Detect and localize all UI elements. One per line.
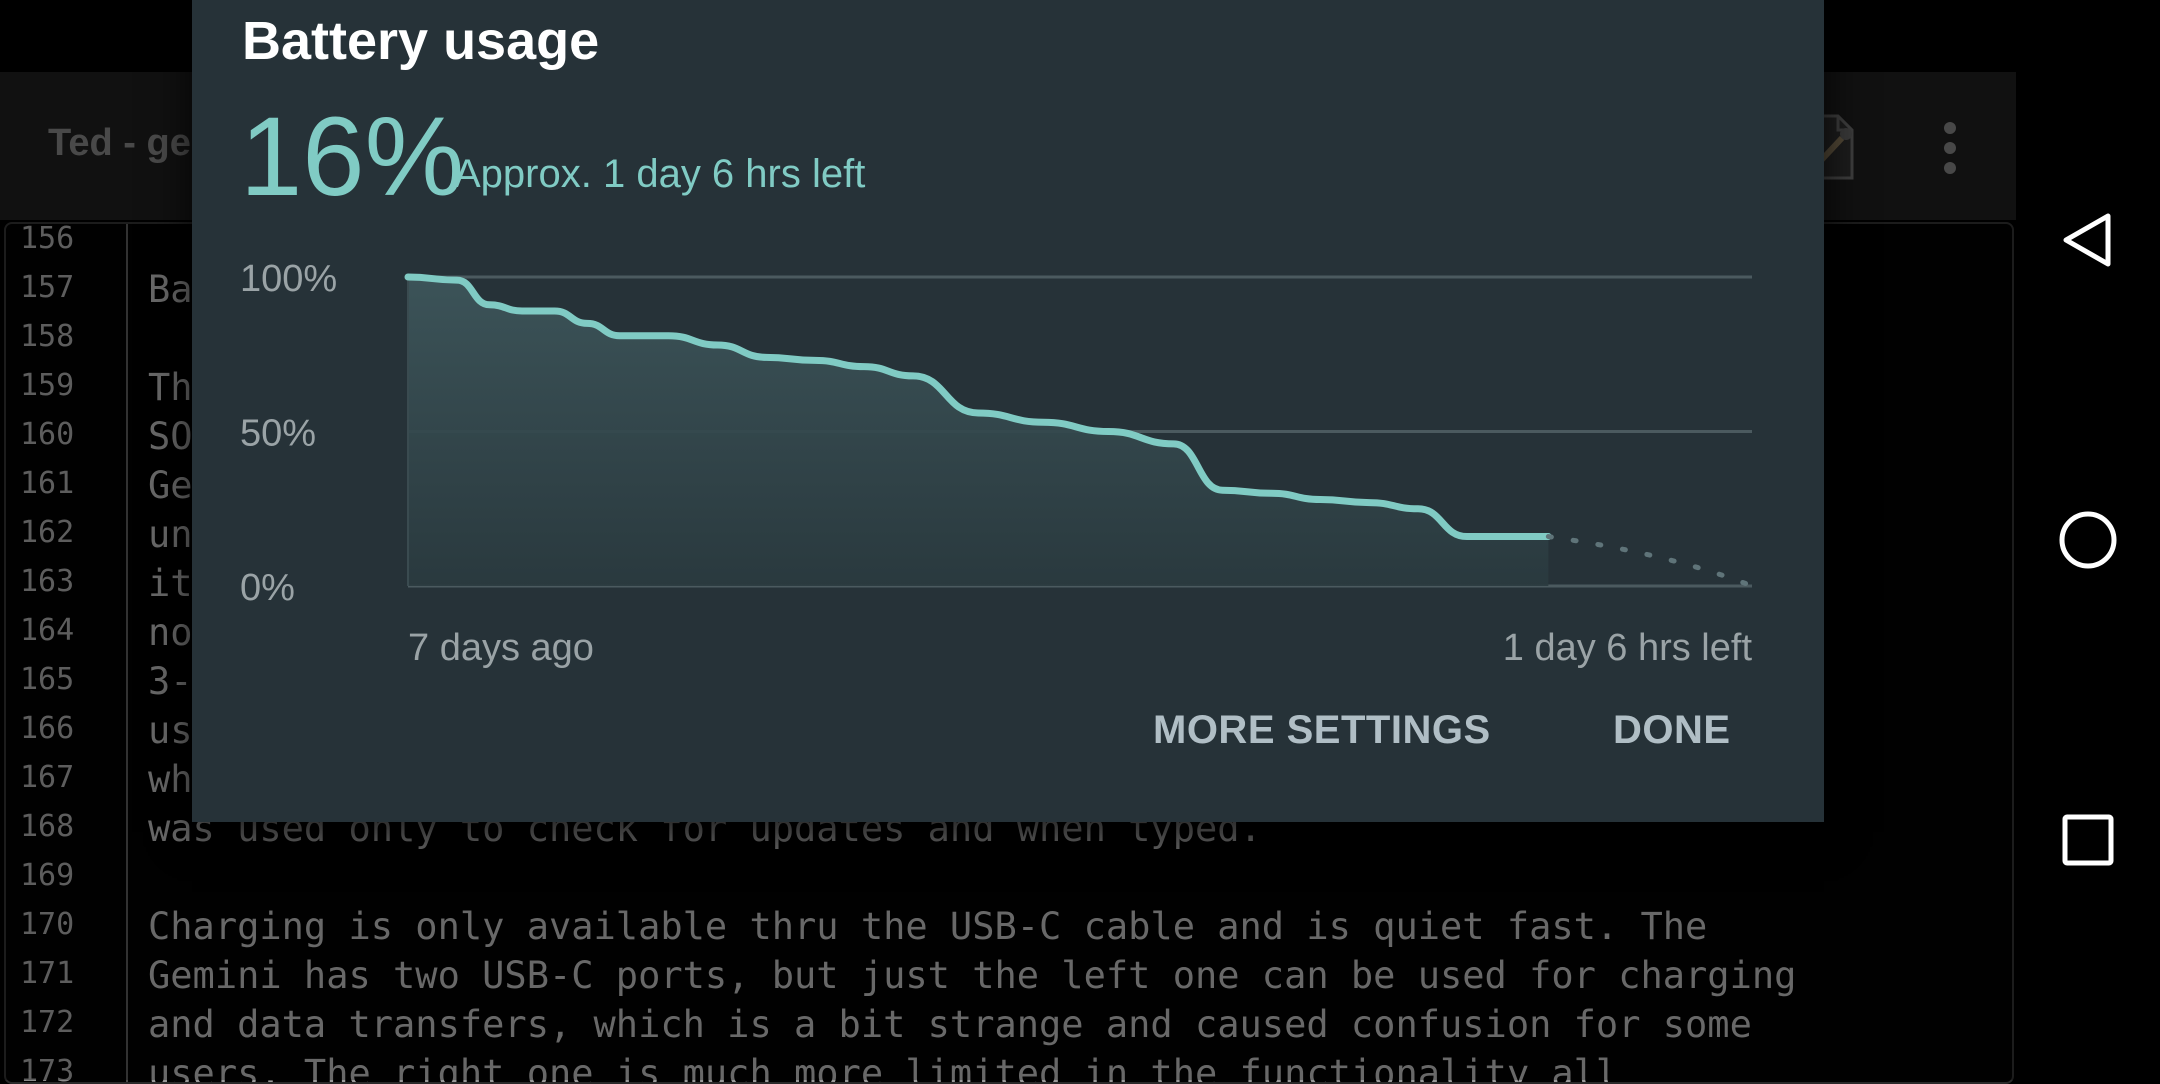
x-label-end: 1 day 6 hrs left xyxy=(1503,627,1753,669)
projection-line xyxy=(1545,534,1755,589)
battery-usage-dialog: Battery usage 16% Approx. 1 day 6 hrs le… xyxy=(192,0,1824,822)
recents-icon[interactable] xyxy=(2048,800,2128,880)
more-settings-button[interactable]: MORE SETTINGS xyxy=(1153,708,1491,753)
navigation-bar xyxy=(2016,0,2160,1080)
y-tick-label: 0% xyxy=(240,567,295,609)
back-icon[interactable] xyxy=(2048,200,2128,280)
battery-history-chart: 100% 50% 0% 7 days ago 1 day 6 hrs left xyxy=(240,258,1755,669)
y-tick-label: 50% xyxy=(240,413,316,455)
home-icon[interactable] xyxy=(2048,500,2128,580)
x-label-start: 7 days ago xyxy=(408,627,594,669)
done-button[interactable]: DONE xyxy=(1613,708,1731,753)
y-tick-label: 100% xyxy=(240,258,337,300)
